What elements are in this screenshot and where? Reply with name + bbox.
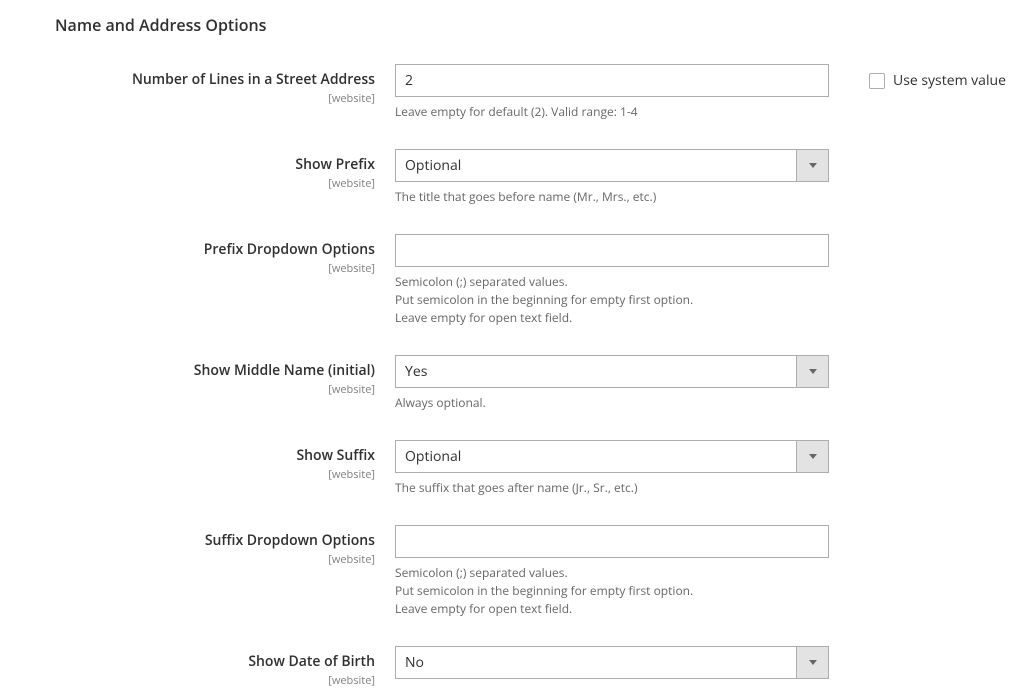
label-col: Prefix Dropdown Options [website] [55,234,395,276]
show-middlename-select[interactable]: Yes [395,355,829,388]
prefix-options-input[interactable] [395,234,829,267]
select-value: Optional [395,440,796,473]
label-col: Show Suffix [website] [55,440,395,482]
field-note: The suffix that goes after name (Jr., Sr… [395,479,829,497]
field-row-prefix-options: Prefix Dropdown Options [website] Semico… [55,234,1024,327]
control-col: Leave empty for default (2). Valid range… [395,64,829,121]
use-system-col: Use system value [829,64,1006,90]
scope-label: [website] [55,176,375,191]
control-col: Semicolon (;) separated values. Put semi… [395,234,829,327]
field-label: Prefix Dropdown Options [204,240,375,259]
street-lines-input[interactable] [395,64,829,97]
note-line: Put semicolon in the beginning for empty… [395,582,829,600]
use-system-label[interactable]: Use system value [893,71,1006,90]
field-note: The title that goes before name (Mr., Mr… [395,188,829,206]
field-label: Show Suffix [296,446,375,465]
field-row-show-prefix: Show Prefix [website] Optional The title… [55,149,1024,206]
select-value: Yes [395,355,796,388]
label-col: Show Prefix [website] [55,149,395,191]
show-suffix-select[interactable]: Optional [395,440,829,473]
select-value: No [395,646,796,679]
field-label: Number of Lines in a Street Address [132,70,375,89]
scope-label: [website] [55,467,375,482]
field-label: Suffix Dropdown Options [205,531,375,550]
scope-label: [website] [55,261,375,276]
field-row-street-lines: Number of Lines in a Street Address [web… [55,64,1024,121]
show-prefix-select[interactable]: Optional [395,149,829,182]
chevron-down-icon [809,454,817,459]
note-line: Leave empty for open text field. [395,309,829,327]
label-col: Number of Lines in a Street Address [web… [55,64,395,106]
select-toggle[interactable] [796,440,829,473]
scope-label: [website] [55,552,375,567]
field-label: Show Date of Birth [248,652,375,671]
note-line: Semicolon (;) separated values. [395,564,829,582]
control-col: No [395,646,829,679]
note-line: Put semicolon in the beginning for empty… [395,291,829,309]
field-label: Show Prefix [295,155,375,174]
label-col: Suffix Dropdown Options [website] [55,525,395,567]
select-toggle[interactable] [796,355,829,388]
config-section: Name and Address Options Number of Lines… [0,0,1024,698]
field-note: Semicolon (;) separated values. Put semi… [395,564,829,618]
field-note: Always optional. [395,394,829,412]
chevron-down-icon [809,163,817,168]
use-system-checkbox[interactable] [869,73,885,89]
show-dob-select[interactable]: No [395,646,829,679]
control-col: Yes Always optional. [395,355,829,412]
field-label: Show Middle Name (initial) [194,361,375,380]
control-col: Optional The suffix that goes after name… [395,440,829,497]
form-rows: Number of Lines in a Street Address [web… [55,64,1024,698]
note-line: Semicolon (;) separated values. [395,273,829,291]
chevron-down-icon [809,369,817,374]
section-title: Name and Address Options [55,10,1024,36]
label-col: Show Middle Name (initial) [website] [55,355,395,397]
control-col: Optional The title that goes before name… [395,149,829,206]
field-row-suffix-options: Suffix Dropdown Options [website] Semico… [55,525,1024,618]
select-toggle[interactable] [796,149,829,182]
scope-label: [website] [55,382,375,397]
note-line: Leave empty for open text field. [395,600,829,618]
field-row-show-suffix: Show Suffix [website] Optional The suffi… [55,440,1024,497]
chevron-down-icon [809,660,817,665]
field-row-show-dob: Show Date of Birth [website] No [55,646,1024,688]
label-col: Show Date of Birth [website] [55,646,395,688]
control-col: Semicolon (;) separated values. Put semi… [395,525,829,618]
suffix-options-input[interactable] [395,525,829,558]
select-toggle[interactable] [796,646,829,679]
select-value: Optional [395,149,796,182]
field-note: Semicolon (;) separated values. Put semi… [395,273,829,327]
scope-label: [website] [55,673,375,688]
scope-label: [website] [55,91,375,106]
field-note: Leave empty for default (2). Valid range… [395,103,829,121]
field-row-show-middlename: Show Middle Name (initial) [website] Yes… [55,355,1024,412]
